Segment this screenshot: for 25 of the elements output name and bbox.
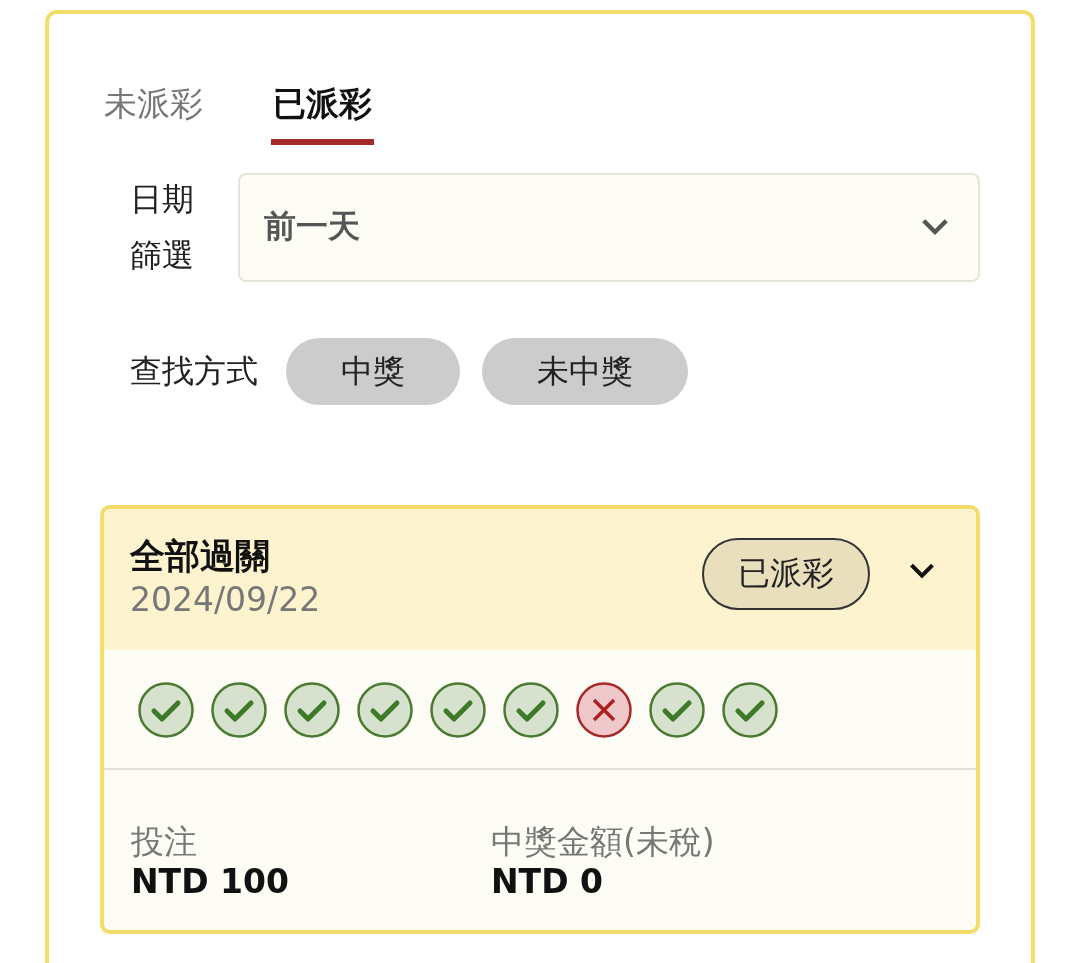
tab[interactable]: 未派彩 [102, 82, 205, 145]
bet-date: 2024/09/22 [130, 579, 322, 621]
check-circle-icon [357, 682, 413, 738]
stake-amount: NTD 100 [131, 862, 290, 902]
check-circle-icon [649, 682, 705, 738]
cross-circle-icon [576, 682, 632, 738]
filter-chip[interactable]: 中獎 [286, 338, 460, 405]
check-circle-icon [211, 682, 267, 738]
filter-chip[interactable]: 未中獎 [482, 338, 688, 405]
check-circle-icon [138, 682, 194, 738]
check-circle-icon [430, 682, 486, 738]
date-select[interactable]: 前一天 [238, 172, 980, 282]
chevron-down-icon[interactable] [920, 217, 950, 237]
search-method-label: 查找方式 [130, 350, 258, 392]
bet-title: 全部過關 [130, 535, 271, 578]
status-badge: 已派彩 [702, 538, 870, 610]
check-circle-icon [722, 682, 778, 738]
date-filter-label: 日期篩選 [130, 179, 195, 276]
chevron-down-icon[interactable] [908, 561, 936, 581]
payout-label: 中獎金額(未稅) [491, 822, 716, 862]
check-circle-icon [284, 682, 340, 738]
stake-label: 投注 [131, 822, 198, 862]
tab[interactable]: 已派彩 [271, 82, 374, 145]
check-circle-icon [503, 682, 559, 738]
payout-amount: NTD 0 [491, 862, 604, 902]
